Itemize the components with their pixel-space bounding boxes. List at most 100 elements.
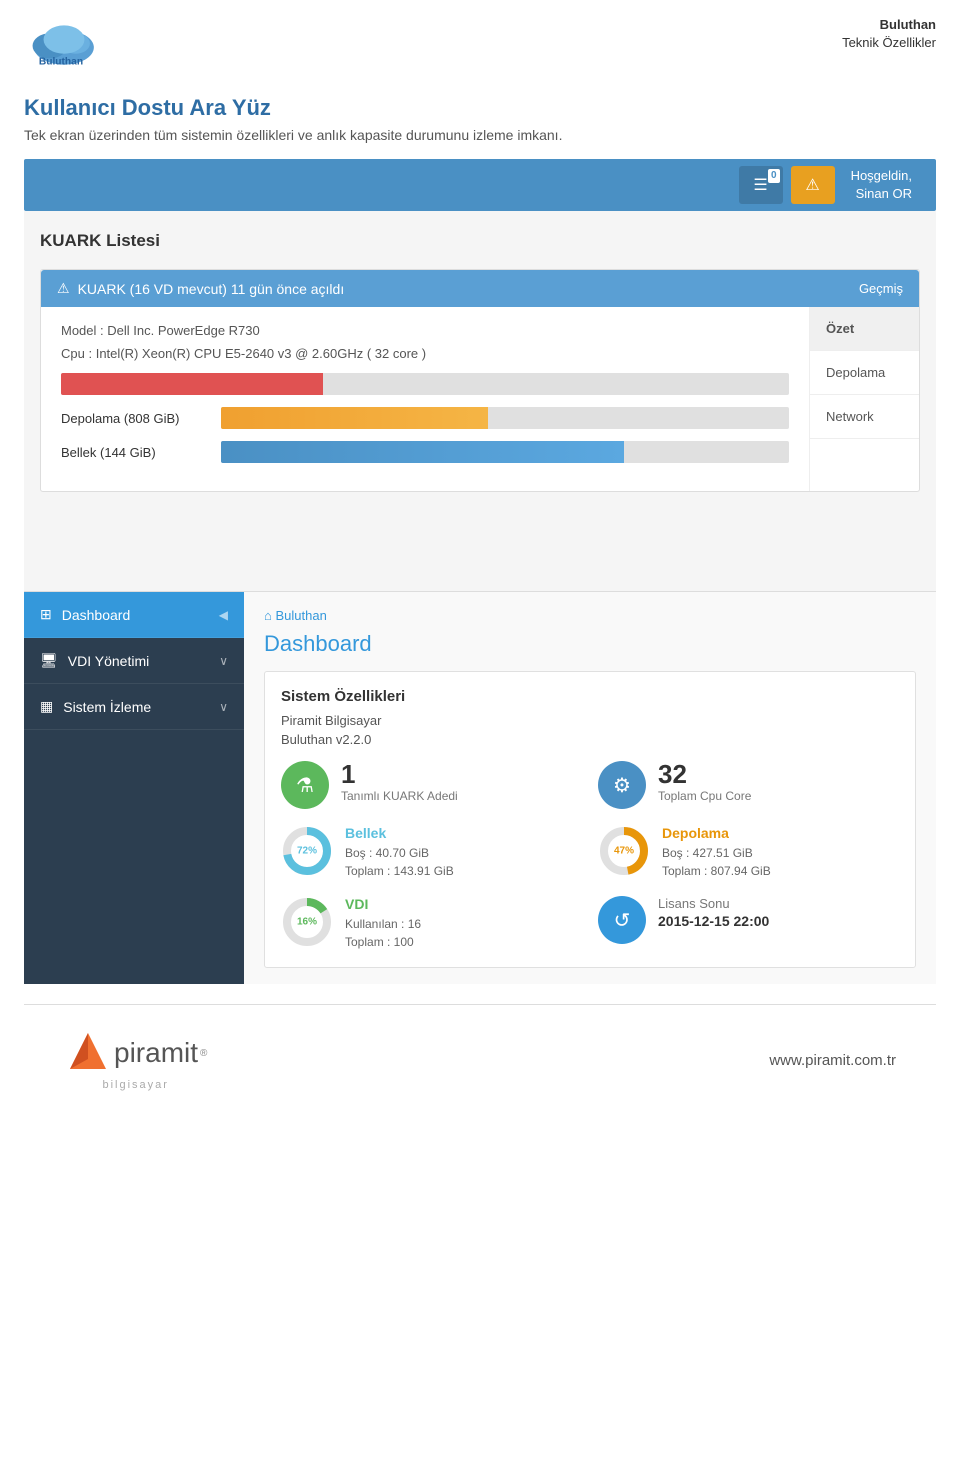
- system-card: Sistem Özellikleri Piramit Bilgisayar Bu…: [264, 671, 916, 968]
- dashboard-icon: ⊞: [40, 606, 52, 623]
- bellek-donut: 72%: [281, 825, 333, 877]
- server-icon: ▦: [40, 698, 53, 715]
- model-line: Model : Dell Inc. PowerEdge R730: [61, 323, 789, 338]
- license-title: Lisans Sonu: [658, 896, 769, 911]
- bellek-donut-label: 72%: [297, 846, 317, 857]
- logo-area: Buluthan: [24, 16, 104, 71]
- nav-item-sistem[interactable]: ▦ Sistem İzleme ∨: [24, 684, 244, 730]
- vdi-kullanilan: Kullanılan : 16: [345, 915, 421, 933]
- username-text: Sinan OR: [851, 185, 912, 203]
- footer-url: www.piramit.com.tr: [769, 1052, 896, 1069]
- menu-badge: 0: [768, 169, 780, 183]
- depolama-title: Depolama: [662, 825, 771, 841]
- nav-dashboard-label: Dashboard: [62, 607, 131, 623]
- vdi-title: VDI: [345, 896, 421, 912]
- nav-vdi-label: VDI Yönetimi: [68, 653, 149, 669]
- brand-line2: Teknik Özellikler: [842, 35, 936, 50]
- depolama-toplam: Toplam : 807.94 GiB: [662, 862, 771, 880]
- alert-icon: ⚠: [805, 175, 819, 195]
- kuark-sidebar: Özet Depolama Network: [809, 307, 919, 491]
- cpu-count: 32: [658, 761, 899, 787]
- kuark-list-title: KUARK Listesi: [40, 227, 920, 255]
- storage-label: Depolama (808 GiB): [61, 411, 211, 426]
- cpu-icon-circle: ⚙: [598, 761, 646, 809]
- nav-item-vdi[interactable]: 🖥 VDI Yönetimi ∨: [24, 638, 244, 684]
- chevron-icon-sistem: ∨: [219, 700, 228, 714]
- alert-button[interactable]: ⚠: [791, 166, 835, 204]
- bellek-fill: [221, 441, 624, 463]
- system-card-title: Sistem Özellikleri: [281, 688, 899, 705]
- storage-stat-row: Depolama (808 GiB) 47.09%: [61, 407, 789, 429]
- cpu-progress-bar: 36%: [61, 373, 789, 395]
- system-info-line2: Buluthan v2.2.0: [281, 732, 899, 747]
- nav-sistem-label: Sistem İzleme: [63, 699, 151, 715]
- footer-brand: piramit ®: [64, 1029, 207, 1077]
- refresh-icon: ↺: [614, 908, 631, 933]
- kuark-card-body: Model : Dell Inc. PowerEdge R730 Cpu : I…: [41, 307, 919, 491]
- cpu-fill: [61, 373, 323, 395]
- nav-item-dashboard[interactable]: ⊞ Dashboard ◀: [24, 592, 244, 638]
- vdi-donut-info: VDI Kullanılan : 16 Toplam : 100: [345, 896, 421, 951]
- cpu-gear-icon: ⚙: [613, 773, 631, 798]
- cpu-count-label: Toplam Cpu Core: [658, 789, 899, 803]
- model-value: Dell Inc. PowerEdge R730: [107, 323, 259, 338]
- kuark-icon-circle: ⚗: [281, 761, 329, 809]
- right-content: ⌂ Buluthan Dashboard Sistem Özellikleri …: [244, 592, 936, 984]
- license-date: 2015-12-15 22:00: [658, 913, 769, 929]
- stat-box-kuark: ⚗ 1 Tanımlı KUARK Adedi: [281, 761, 582, 809]
- cpu-line: Cpu : Intel(R) Xeon(R) CPU E5-2640 v3 @ …: [61, 346, 789, 361]
- vdi-donut: 16%: [281, 896, 333, 948]
- vdi-toplam: Toplam : 100: [345, 933, 421, 951]
- kuark-count-label: Tanımlı KUARK Adedi: [341, 789, 582, 803]
- cpu-stat-info: 32 Toplam Cpu Core: [658, 761, 899, 803]
- breadcrumb: ⌂ Buluthan: [264, 608, 916, 623]
- depolama-donut-info: Depolama Boş : 427.51 GiB Toplam : 807.9…: [662, 825, 771, 880]
- footer-sub: bilgisayar: [102, 1079, 168, 1091]
- depolama-donut: 47%: [598, 825, 650, 877]
- flask-icon: ⚗: [296, 773, 314, 798]
- bellek-bos: Boş : 40.70 GiB: [345, 844, 454, 862]
- brand-text: Buluthan Teknik Özellikler: [842, 16, 936, 52]
- warning-icon: ⚠: [57, 280, 70, 297]
- footer: piramit ® bilgisayar www.piramit.com.tr: [24, 1004, 936, 1115]
- bellek-stat-row: Bellek (144 GiB) 71.58%: [61, 441, 789, 463]
- page-intro: Kullanıcı Dostu Ara Yüz Tek ekran üzerin…: [0, 79, 960, 151]
- license-info: Lisans Sonu 2015-12-15 22:00: [658, 896, 769, 929]
- sidebar-item-network[interactable]: Network: [810, 395, 919, 439]
- page-title: Kullanıcı Dostu Ara Yüz: [24, 95, 936, 121]
- stat-box-vdi: 16% VDI Kullanılan : 16 Toplam : 100: [281, 896, 582, 951]
- menu-icon: ☰: [753, 175, 767, 195]
- left-nav: ⊞ Dashboard ◀ 🖥 VDI Yönetimi ∨ ▦ Sistem …: [24, 592, 244, 984]
- kuark-card: ⚠ KUARK (16 VD mevcut) 11 gün önce açıld…: [40, 269, 920, 492]
- cpu-label: Cpu :: [61, 346, 92, 361]
- kuark-card-header: ⚠ KUARK (16 VD mevcut) 11 gün önce açıld…: [41, 270, 919, 307]
- stat-box-bellek: 72% Bellek Boş : 40.70 GiB Toplam : 143.…: [281, 825, 582, 880]
- vdi-donut-label: 16%: [297, 917, 317, 928]
- buluthan-logo: Buluthan: [24, 16, 104, 71]
- sidebar-item-depolama[interactable]: Depolama: [810, 351, 919, 395]
- page-subtitle: Tek ekran üzerinden tüm sistemin özellik…: [24, 127, 936, 143]
- depolama-bos: Boş : 427.51 GiB: [662, 844, 771, 862]
- dashboard-title: Dashboard: [264, 631, 916, 657]
- gepciş-link[interactable]: Geçmiş: [859, 281, 903, 296]
- kuark-stats: Model : Dell Inc. PowerEdge R730 Cpu : I…: [41, 307, 809, 491]
- brand-line1: Buluthan: [842, 16, 936, 34]
- cpu-stat-row: 36%: [61, 373, 789, 395]
- stat-box-cpu: ⚙ 32 Toplam Cpu Core: [598, 761, 899, 809]
- nav-user: Hoşgeldin, Sinan OR: [843, 167, 920, 203]
- kuark-title-text: KUARK (16 VD mevcut) 11 gün önce açıldı: [78, 281, 345, 297]
- stat-box-license: ↺ Lisans Sonu 2015-12-15 22:00: [598, 896, 899, 951]
- kuark-header-title: ⚠ KUARK (16 VD mevcut) 11 gün önce açıld…: [57, 280, 344, 297]
- chevron-icon-dashboard: ◀: [219, 608, 228, 622]
- breadcrumb-text: Buluthan: [275, 608, 326, 623]
- kuark-stat-info: 1 Tanımlı KUARK Adedi: [341, 761, 582, 803]
- menu-button[interactable]: ☰ 0: [739, 166, 783, 204]
- sidebar-item-ozet[interactable]: Özet: [810, 307, 919, 351]
- storage-progress-bar: 47.09%: [221, 407, 789, 429]
- footer-logo: piramit ® bilgisayar: [64, 1029, 207, 1091]
- bellek-progress-bar: 71.58%: [221, 441, 789, 463]
- welcome-text: Hoşgeldin,: [851, 167, 912, 185]
- piramit-icon: [64, 1029, 112, 1077]
- top-header: Buluthan Buluthan Teknik Özellikler: [0, 0, 960, 79]
- trademark: ®: [200, 1048, 207, 1059]
